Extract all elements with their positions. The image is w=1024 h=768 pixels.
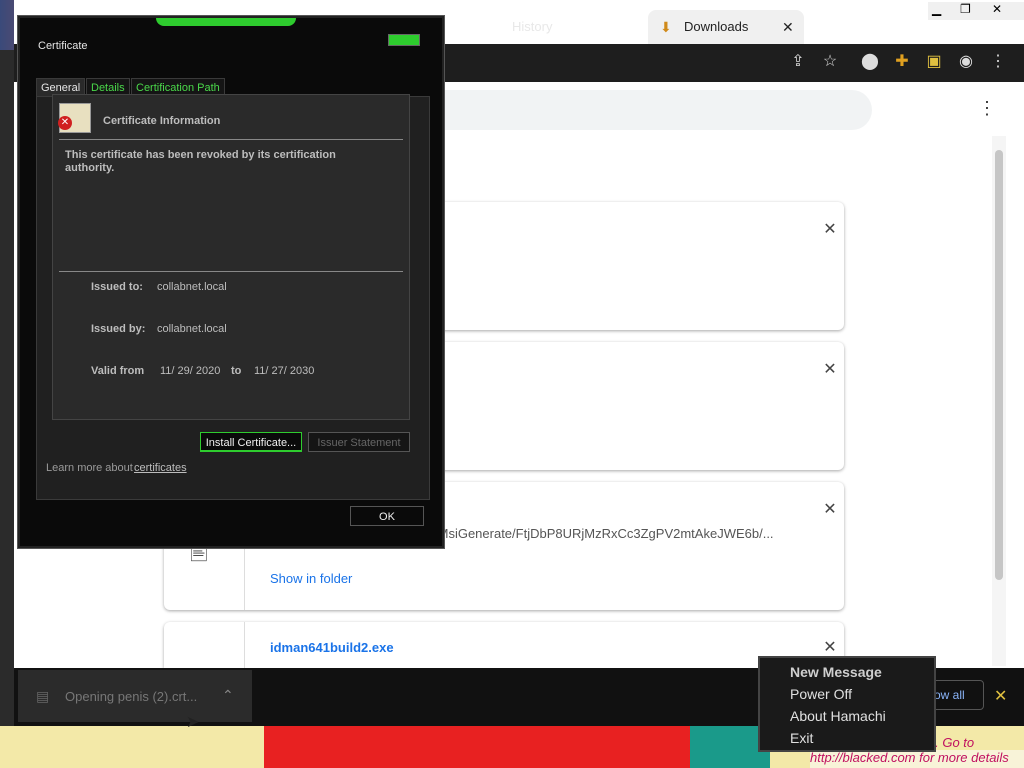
ok-button[interactable]: OK xyxy=(350,506,424,526)
dialog-close-button[interactable] xyxy=(388,34,420,46)
show-in-folder-link[interactable]: Show in folder xyxy=(270,571,352,586)
dialog-top-accent xyxy=(156,18,296,26)
issuer-statement-button[interactable]: Issuer Statement xyxy=(308,432,410,452)
valid-to-value: 11/ 27/ 2030 xyxy=(254,365,315,377)
shelf-item-label: Opening penis (2).crt... xyxy=(65,689,198,704)
certificate-info-panel: ✕ Certificate Information This certifica… xyxy=(52,94,410,420)
issued-to-value: collabnet.local xyxy=(157,281,227,293)
tab-downloads[interactable]: ⬇ Downloads ✕ xyxy=(648,10,804,44)
certificate-dialog: Certificate General Details Certificatio… xyxy=(18,16,444,548)
dialog-title: Certificate xyxy=(38,40,88,52)
desktop-wallpaper-red xyxy=(264,726,724,768)
browser-menu-icon[interactable]: ⋮ xyxy=(986,50,1010,74)
menu-item-about-hamachi[interactable]: About Hamachi xyxy=(790,708,886,724)
valid-to-label: to xyxy=(231,365,242,377)
minimize-icon[interactable]: ▁ xyxy=(932,2,941,16)
extensions-puzzle-icon[interactable]: ✚ xyxy=(890,50,914,74)
wallpaper-link: http://blacked.com for more details xyxy=(810,750,1024,768)
close-window-icon[interactable]: ✕ xyxy=(992,2,1002,16)
chevron-up-icon[interactable]: ⌃ xyxy=(222,687,234,704)
download-path: /MsiGenerate/FtjDbP8URjMzRxCc3ZgPV2mtAke… xyxy=(434,526,774,541)
tab-history[interactable]: History xyxy=(500,10,630,44)
revoked-message: This certificate has been revoked by its… xyxy=(65,149,336,174)
share-icon[interactable]: ⇪ xyxy=(786,50,810,74)
close-tab-icon[interactable]: ✕ xyxy=(782,10,794,44)
certificate-revoked-icon: ✕ xyxy=(58,103,91,133)
download-card: idman641build2.exe ✕ xyxy=(164,622,844,668)
issued-to-label: Issued to: xyxy=(91,281,143,293)
search-downloads-input[interactable] xyxy=(420,90,872,130)
issued-by-label: Issued by: xyxy=(91,323,146,335)
flag-extension-icon[interactable]: ⬤ xyxy=(858,50,882,74)
bookmark-star-icon[interactable]: ☆ xyxy=(818,50,842,74)
remove-download-icon[interactable]: ✕ xyxy=(822,502,838,518)
restore-icon[interactable]: ❐ xyxy=(960,2,971,16)
close-shelf-icon[interactable]: ✕ xyxy=(994,686,1007,706)
card-divider xyxy=(244,622,245,668)
menu-item-power-off[interactable]: Power Off xyxy=(790,686,852,702)
install-certificate-button[interactable]: Install Certificate... xyxy=(200,432,302,452)
hamachi-context-menu: New Message Power Off About Hamachi Exit xyxy=(758,656,936,752)
valid-from-label: Valid from xyxy=(91,365,145,377)
file-icon: ▤ xyxy=(36,688,50,704)
learn-more-text: Learn more about xyxy=(46,462,133,474)
issued-by-value: collabnet.local xyxy=(157,323,227,335)
certificates-link[interactable]: certificates xyxy=(134,462,187,474)
valid-from-value: 11/ 29/ 2020 xyxy=(160,365,221,377)
side-panel-icon[interactable]: ▣ xyxy=(922,50,946,74)
divider xyxy=(59,139,403,140)
remove-download-icon[interactable]: ✕ xyxy=(822,362,838,378)
profile-avatar-icon[interactable]: ◉ xyxy=(954,50,978,74)
menu-item-exit[interactable]: Exit xyxy=(790,730,813,746)
download-filename-link[interactable]: idman641build2.exe xyxy=(270,640,394,655)
tab-downloads-label: Downloads xyxy=(684,19,749,34)
remove-download-icon[interactable]: ✕ xyxy=(822,222,838,238)
divider xyxy=(59,271,403,272)
tab-history-label: History xyxy=(512,19,553,34)
downloads-more-icon[interactable]: ⋮ xyxy=(978,98,996,119)
remove-download-icon[interactable]: ✕ xyxy=(822,640,838,656)
download-icon: ⬇ xyxy=(660,19,672,35)
mouse-cursor-icon: ➤ xyxy=(186,714,200,731)
new-tab-button[interactable]: + xyxy=(820,14,831,35)
menu-item-new-message[interactable]: New Message xyxy=(790,664,882,680)
info-heading: Certificate Information xyxy=(103,115,221,127)
error-icon: ✕ xyxy=(58,116,72,130)
scrollbar-thumb[interactable] xyxy=(995,150,1003,580)
download-shelf-item[interactable]: ▤ Opening penis (2).crt... ⌃ xyxy=(18,670,252,722)
window-controls: ▁ ❐ ✕ xyxy=(928,2,1024,20)
